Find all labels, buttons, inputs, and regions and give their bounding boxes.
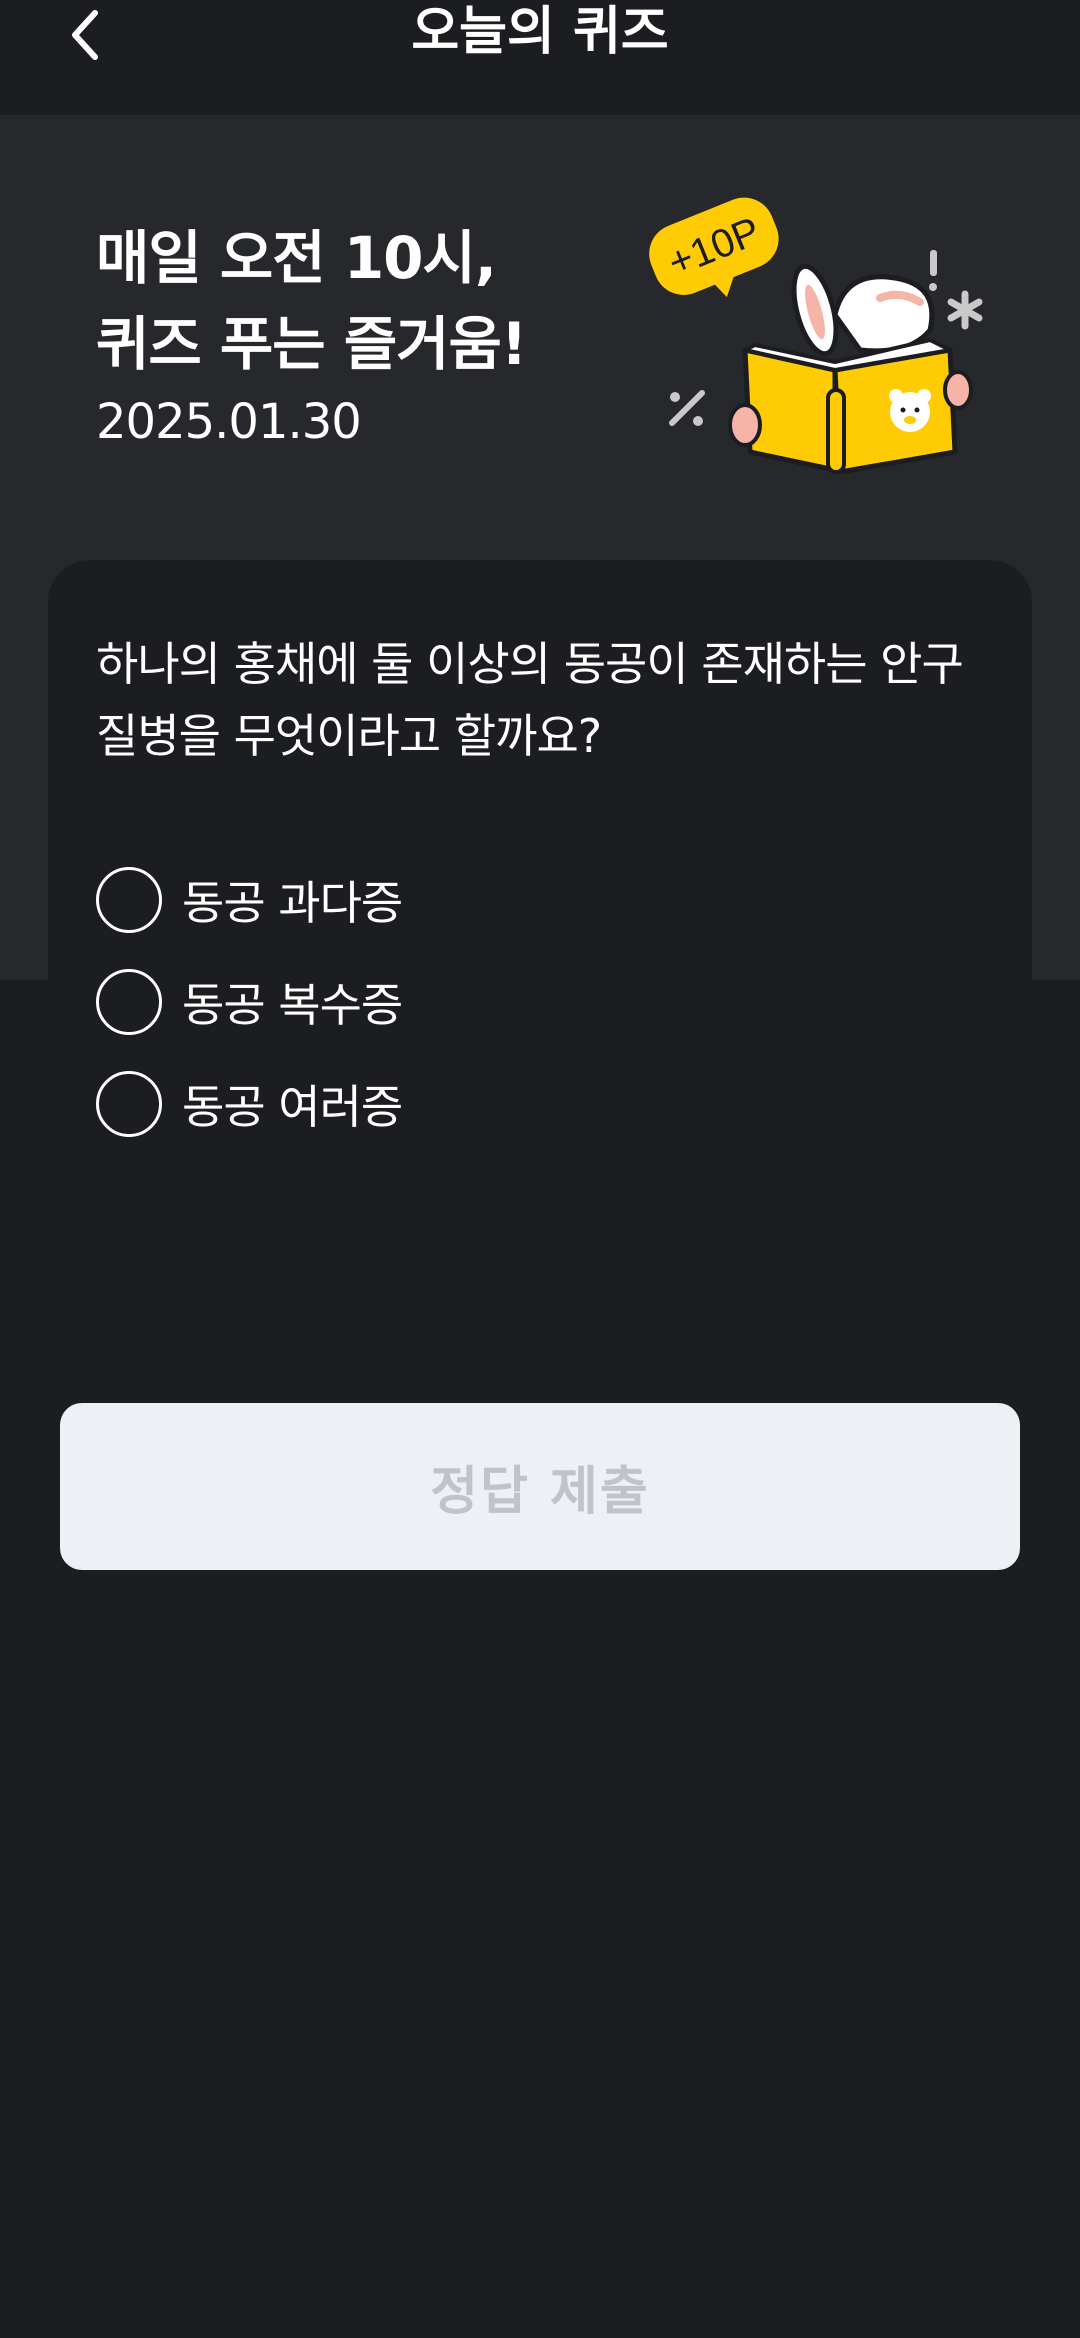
answer-option-3[interactable]: 동공 여러증: [96, 1068, 403, 1140]
radio-button[interactable]: [96, 969, 162, 1035]
hero-headline-line1: 매일 오전 10시,: [96, 224, 497, 292]
hero-headline: 매일 오전 10시, 퀴즈 푸는 즐거움!: [96, 215, 527, 387]
answer-option-1[interactable]: 동공 과다증: [96, 864, 403, 936]
submit-answer-button[interactable]: 정답 제출: [60, 1403, 1020, 1570]
radio-button[interactable]: [96, 867, 162, 933]
answer-option-label: 동공 복수증: [182, 978, 403, 1032]
rabbit-reading-book-icon: +10P: [649, 197, 983, 475]
answer-options: 동공 과다증 동공 복수증 동공 여러증: [96, 864, 403, 1170]
page-title: 오늘의 퀴즈: [411, 2, 669, 62]
quiz-date: 2025.01.30: [96, 394, 362, 450]
answer-option-label: 동공 과다증: [182, 876, 403, 930]
answer-option-2[interactable]: 동공 복수증: [96, 966, 403, 1038]
quiz-page: 오늘의 퀴즈 매일 오전 10시, 퀴즈 푸는 즐거움! 2025.01.30 …: [0, 0, 1080, 2338]
radio-button[interactable]: [96, 1071, 162, 1137]
hero-headline-line2: 퀴즈 푸는 즐거움!: [96, 310, 527, 378]
top-app-bar: 오늘의 퀴즈: [0, 0, 1080, 115]
quiz-question: 하나의 홍채에 둘 이상의 동공이 존재하는 안구 질병을 무엇이라고 할까요?: [96, 637, 964, 763]
answer-option-label: 동공 여러증: [182, 1080, 403, 1134]
